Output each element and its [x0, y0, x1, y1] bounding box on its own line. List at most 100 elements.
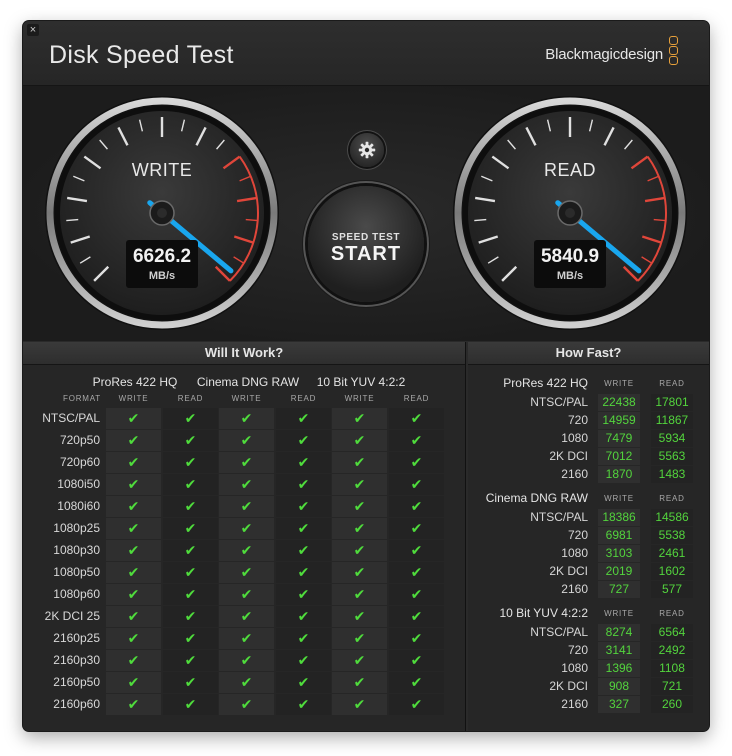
format-row-label: 2160p25: [53, 631, 100, 645]
gauge-area: WRITE 6626.2 MB/s SPEED TEST START READ …: [23, 86, 709, 341]
how-fast-section-title: Cinema DNG RAW: [485, 491, 588, 505]
compatibility-check-icon: ✔: [389, 628, 444, 649]
how-fast-row-label: 2K DCI: [549, 679, 588, 693]
write-fps-value: 3141: [598, 642, 640, 659]
format-row-label: 2K DCI 25: [44, 609, 100, 623]
compatibility-check-icon: ✔: [106, 474, 161, 495]
compatibility-check-icon: ✔: [219, 408, 274, 429]
write-fps-value: 7012: [598, 448, 640, 465]
compatibility-check-icon: ✔: [106, 452, 161, 473]
compatibility-check-icon: ✔: [219, 584, 274, 605]
compatibility-check-icon: ✔: [332, 562, 387, 583]
compatibility-check-icon: ✔: [332, 540, 387, 561]
read-fps-value: 6564: [651, 624, 693, 641]
write-fps-value: 14959: [598, 412, 640, 429]
compatibility-check-icon: ✔: [276, 452, 331, 473]
compatibility-check-icon: ✔: [389, 584, 444, 605]
compatibility-check-icon: ✔: [106, 584, 161, 605]
read-fps-value: 5934: [651, 430, 693, 447]
read-fps-value: 11867: [651, 412, 693, 429]
read-fps-value: 721: [651, 678, 693, 695]
write-fps-value: 727: [598, 581, 640, 598]
app-window: × Disk Speed Test Blackmagicdesign WRITE…: [23, 21, 709, 731]
gauge-dial: [45, 96, 279, 330]
compatibility-check-icon: ✔: [219, 474, 274, 495]
will-it-work-header: Will It Work?: [23, 342, 465, 365]
compatibility-check-icon: ✔: [219, 452, 274, 473]
compatibility-check-icon: ✔: [106, 672, 161, 693]
compatibility-check-icon: ✔: [332, 672, 387, 693]
write-gauge-label: WRITE: [131, 160, 193, 180]
compatibility-check-icon: ✔: [389, 562, 444, 583]
compatibility-check-icon: ✔: [163, 540, 218, 561]
format-row-label: 1080i60: [57, 499, 100, 513]
format-row-label: NTSC/PAL: [42, 411, 100, 425]
read-column-label: READ: [659, 609, 685, 618]
compatibility-check-icon: ✔: [163, 474, 218, 495]
write-fps-value: 2019: [598, 563, 640, 580]
how-fast-row-label: 2160: [561, 697, 588, 711]
write-fps-value: 6981: [598, 527, 640, 544]
compatibility-check-icon: ✔: [219, 606, 274, 627]
compatibility-check-icon: ✔: [389, 606, 444, 627]
how-fast-row-label: 1080: [561, 546, 588, 560]
compatibility-check-icon: ✔: [163, 452, 218, 473]
read-column-label: READ: [177, 394, 204, 403]
format-row-label: 2160p30: [53, 653, 100, 667]
how-fast-row-label: 2K DCI: [549, 449, 588, 463]
compatibility-check-icon: ✔: [332, 606, 387, 627]
write-fps-value: 1870: [598, 466, 640, 483]
compatibility-check-icon: ✔: [389, 518, 444, 539]
compatibility-check-icon: ✔: [163, 430, 218, 451]
compatibility-check-icon: ✔: [332, 694, 387, 715]
format-row-label: 1080p60: [53, 587, 100, 601]
compatibility-check-icon: ✔: [276, 672, 331, 693]
compatibility-check-icon: ✔: [276, 650, 331, 671]
compatibility-check-icon: ✔: [332, 452, 387, 473]
compatibility-check-icon: ✔: [106, 408, 161, 429]
read-fps-value: 1108: [651, 660, 693, 677]
write-fps-value: 327: [598, 696, 640, 713]
compatibility-check-icon: ✔: [332, 628, 387, 649]
title-bar: × Disk Speed Test Blackmagicdesign: [23, 21, 709, 86]
speed-test-start-button[interactable]: SPEED TEST START: [308, 186, 424, 302]
close-icon[interactable]: ×: [27, 24, 39, 36]
gear-icon: [358, 141, 376, 159]
read-fps-value: 5563: [651, 448, 693, 465]
compatibility-check-icon: ✔: [276, 408, 331, 429]
how-fast-row-label: 2160: [561, 467, 588, 481]
compatibility-check-icon: ✔: [219, 430, 274, 451]
compatibility-check-icon: ✔: [276, 518, 331, 539]
compatibility-check-icon: ✔: [389, 408, 444, 429]
format-column-label: FORMAT: [63, 394, 101, 403]
compatibility-check-icon: ✔: [276, 628, 331, 649]
gauge-dial: [453, 96, 687, 330]
format-row-label: 2160p60: [53, 697, 100, 711]
how-fast-section-title: 10 Bit YUV 4:2:2: [499, 606, 589, 620]
compatibility-check-icon: ✔: [276, 540, 331, 561]
compatibility-check-icon: ✔: [106, 628, 161, 649]
write-fps-value: 18386: [598, 509, 640, 526]
format-group-header: 10 Bit YUV 4:2:2: [316, 375, 406, 389]
compatibility-check-icon: ✔: [276, 562, 331, 583]
compatibility-check-icon: ✔: [276, 496, 331, 517]
write-gauge: WRITE 6626.2 MB/s: [43, 94, 281, 332]
read-fps-value: 5538: [651, 527, 693, 544]
compatibility-check-icon: ✔: [389, 540, 444, 561]
format-row-label: 720p60: [59, 455, 100, 469]
read-column-label: READ: [290, 394, 317, 403]
read-column-label: READ: [659, 379, 685, 388]
how-fast-row-label: 720: [567, 643, 588, 657]
settings-button[interactable]: [350, 133, 384, 167]
compatibility-check-icon: ✔: [163, 562, 218, 583]
how-fast-row-label: 1080: [561, 431, 588, 445]
brand-name: Blackmagicdesign: [545, 46, 663, 63]
write-fps-value: 8274: [598, 624, 640, 641]
compatibility-check-icon: ✔: [106, 430, 161, 451]
how-fast-row-label: 720: [567, 413, 588, 427]
write-column-label: WRITE: [604, 379, 634, 388]
compatibility-check-icon: ✔: [106, 562, 161, 583]
compatibility-check-icon: ✔: [276, 584, 331, 605]
compatibility-check-icon: ✔: [389, 694, 444, 715]
write-column-label: WRITE: [604, 609, 634, 618]
